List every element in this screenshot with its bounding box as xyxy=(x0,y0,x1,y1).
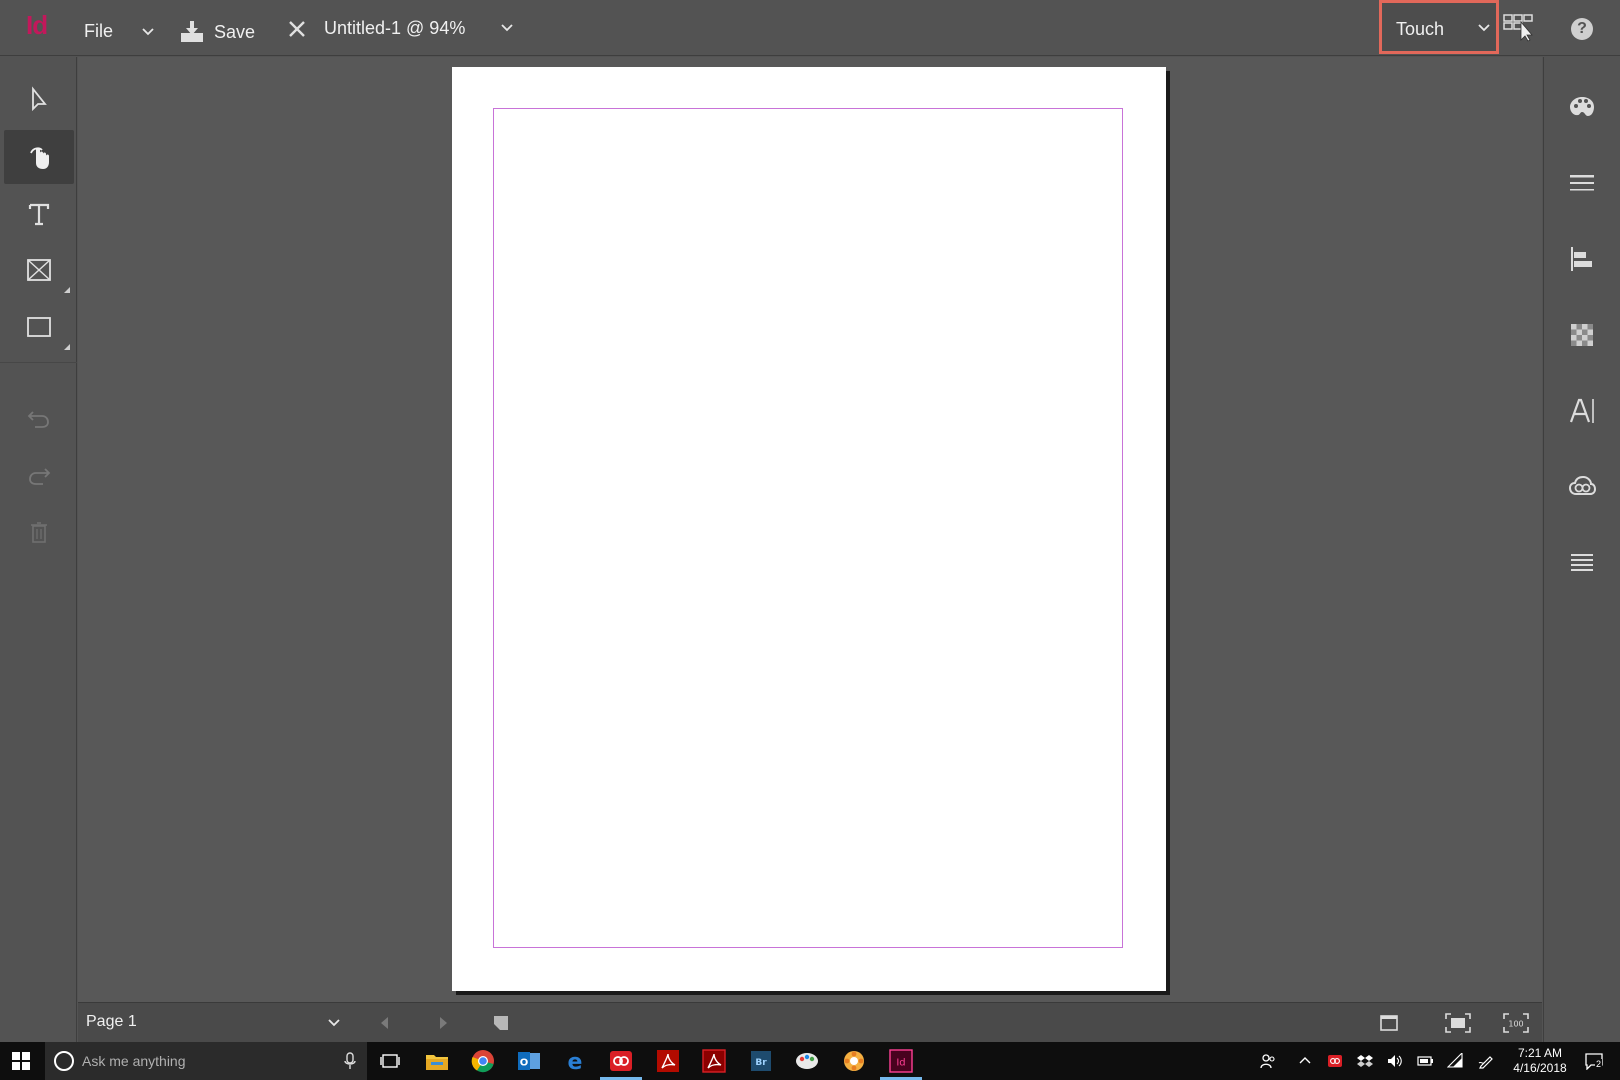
tool-submenu-indicator xyxy=(64,287,70,293)
next-page-icon[interactable] xyxy=(432,1012,454,1034)
redo-button[interactable] xyxy=(4,448,74,502)
align-icon xyxy=(1571,247,1592,271)
action-center-icon[interactable]: 2 xyxy=(1585,1052,1603,1071)
palette-icon xyxy=(1570,97,1594,116)
close-document-icon[interactable] xyxy=(286,18,308,40)
pen-icon[interactable] xyxy=(1478,1053,1494,1069)
acrobat-distiller-icon[interactable] xyxy=(701,1048,727,1074)
system-clock[interactable]: 7:21 AM 4/16/2018 xyxy=(1500,1046,1580,1076)
file-menu[interactable]: File xyxy=(84,21,113,42)
rectangle-tool[interactable] xyxy=(4,300,74,354)
app-logo: Id xyxy=(26,10,48,40)
page-selector[interactable]: Page 1 xyxy=(86,1013,137,1031)
rectangle-frame-tool[interactable] xyxy=(4,243,74,297)
paragraph-lines-icon xyxy=(1571,554,1593,571)
search-placeholder: Ask me anything xyxy=(82,1053,186,1069)
indesign-app-icon[interactable]: Id xyxy=(880,1048,922,1080)
rectangle-icon xyxy=(27,317,51,337)
tool-submenu-indicator xyxy=(64,344,70,350)
chevron-down-icon[interactable] xyxy=(138,22,158,42)
save-icon xyxy=(181,21,203,42)
battery-icon[interactable] xyxy=(1417,1053,1433,1069)
grid-layout-icon[interactable] xyxy=(1503,14,1537,42)
paint-app-icon[interactable] xyxy=(794,1048,820,1074)
character-icon xyxy=(1569,398,1594,423)
document-dropdown-chevron-icon[interactable] xyxy=(497,18,517,38)
stroke-lines-icon xyxy=(1570,175,1594,191)
file-explorer-icon[interactable] xyxy=(424,1048,450,1074)
windows-start-icon[interactable] xyxy=(12,1052,30,1070)
chevron-up-icon[interactable] xyxy=(1297,1053,1313,1069)
document-page[interactable] xyxy=(452,67,1166,991)
trash-icon xyxy=(31,522,47,543)
chrome-icon[interactable] xyxy=(470,1048,496,1074)
taskbar-search-box[interactable]: Ask me anything xyxy=(45,1042,367,1080)
left-toolbar xyxy=(0,57,77,1042)
page-navigation-bar: Page 1 100 xyxy=(78,1002,1542,1042)
windows-taskbar: Ask me anything O e Br Id 7:21 AM 4/16/2… xyxy=(0,1042,1620,1080)
outlook-icon[interactable]: O xyxy=(516,1048,542,1074)
save-button[interactable]: Save xyxy=(180,18,255,46)
selection-tool[interactable] xyxy=(4,72,74,126)
cc-libraries-panel-button[interactable] xyxy=(1558,463,1606,511)
redo-icon xyxy=(29,468,51,485)
margin-guide xyxy=(493,108,1123,948)
save-label: Save xyxy=(214,21,256,42)
align-panel-button[interactable] xyxy=(1558,235,1606,283)
document-title[interactable]: Untitled-1 @ 94% xyxy=(324,18,465,39)
frame-icon xyxy=(27,259,51,281)
type-tool[interactable] xyxy=(4,187,74,241)
svg-text:e: e xyxy=(568,1050,583,1073)
acrobat-icon[interactable] xyxy=(655,1048,681,1074)
stroke-panel-button[interactable] xyxy=(1558,159,1606,207)
undo-icon xyxy=(27,411,49,428)
volume-icon[interactable] xyxy=(1387,1053,1403,1069)
task-view-icon[interactable] xyxy=(377,1048,403,1074)
paragraph-panel-button[interactable] xyxy=(1558,539,1606,587)
workspace-switcher[interactable]: Touch xyxy=(1379,0,1499,54)
microphone-icon[interactable] xyxy=(343,1052,357,1070)
cortana-icon xyxy=(54,1051,74,1071)
dropbox-icon[interactable] xyxy=(1357,1053,1373,1069)
hand-icon xyxy=(30,147,49,169)
character-panel-button[interactable] xyxy=(1558,387,1606,435)
creative-cloud-icon xyxy=(1568,475,1597,495)
type-icon xyxy=(28,203,50,226)
checker-icon xyxy=(1571,324,1593,346)
effects-panel-button[interactable] xyxy=(1558,311,1606,359)
bridge-icon[interactable]: Br xyxy=(748,1048,774,1074)
right-panel-bar xyxy=(1543,57,1620,1042)
fit-page-icon[interactable] xyxy=(1378,1012,1400,1034)
svg-text:100: 100 xyxy=(1508,1020,1523,1029)
wifi-icon[interactable] xyxy=(1447,1053,1463,1069)
top-bar: Id File Save Untitled-1 @ 94% Touch ? xyxy=(0,0,1620,56)
undo-button[interactable] xyxy=(4,391,74,445)
arrow-icon xyxy=(32,86,47,112)
creative-cloud-tray-icon[interactable] xyxy=(1327,1053,1343,1069)
notification-count: 2 xyxy=(1595,1059,1603,1069)
add-page-icon[interactable] xyxy=(490,1012,512,1034)
swatches-panel-button[interactable] xyxy=(1558,83,1606,131)
toolbar-divider xyxy=(0,362,77,363)
chevron-down-icon xyxy=(1478,24,1490,32)
help-icon[interactable]: ? xyxy=(1571,18,1593,40)
creative-cloud-app-icon[interactable] xyxy=(600,1048,642,1080)
photos-app-icon[interactable] xyxy=(841,1048,867,1074)
previous-page-icon[interactable] xyxy=(374,1012,396,1034)
people-icon[interactable] xyxy=(1260,1053,1276,1069)
workspace-label: Touch xyxy=(1396,19,1445,39)
delete-button[interactable] xyxy=(4,505,74,559)
clock-date: 4/16/2018 xyxy=(1513,1061,1567,1075)
svg-text:O: O xyxy=(520,1058,529,1069)
fit-spread-icon[interactable] xyxy=(1444,1012,1472,1034)
svg-text:Id: Id xyxy=(896,1058,905,1069)
chevron-down-icon[interactable] xyxy=(324,1013,344,1033)
actual-size-icon[interactable]: 100 xyxy=(1502,1012,1530,1034)
edge-icon[interactable]: e xyxy=(562,1048,588,1074)
hand-tool[interactable] xyxy=(4,130,74,184)
svg-text:Br: Br xyxy=(755,1058,767,1068)
clock-time: 7:21 AM xyxy=(1517,1046,1563,1060)
